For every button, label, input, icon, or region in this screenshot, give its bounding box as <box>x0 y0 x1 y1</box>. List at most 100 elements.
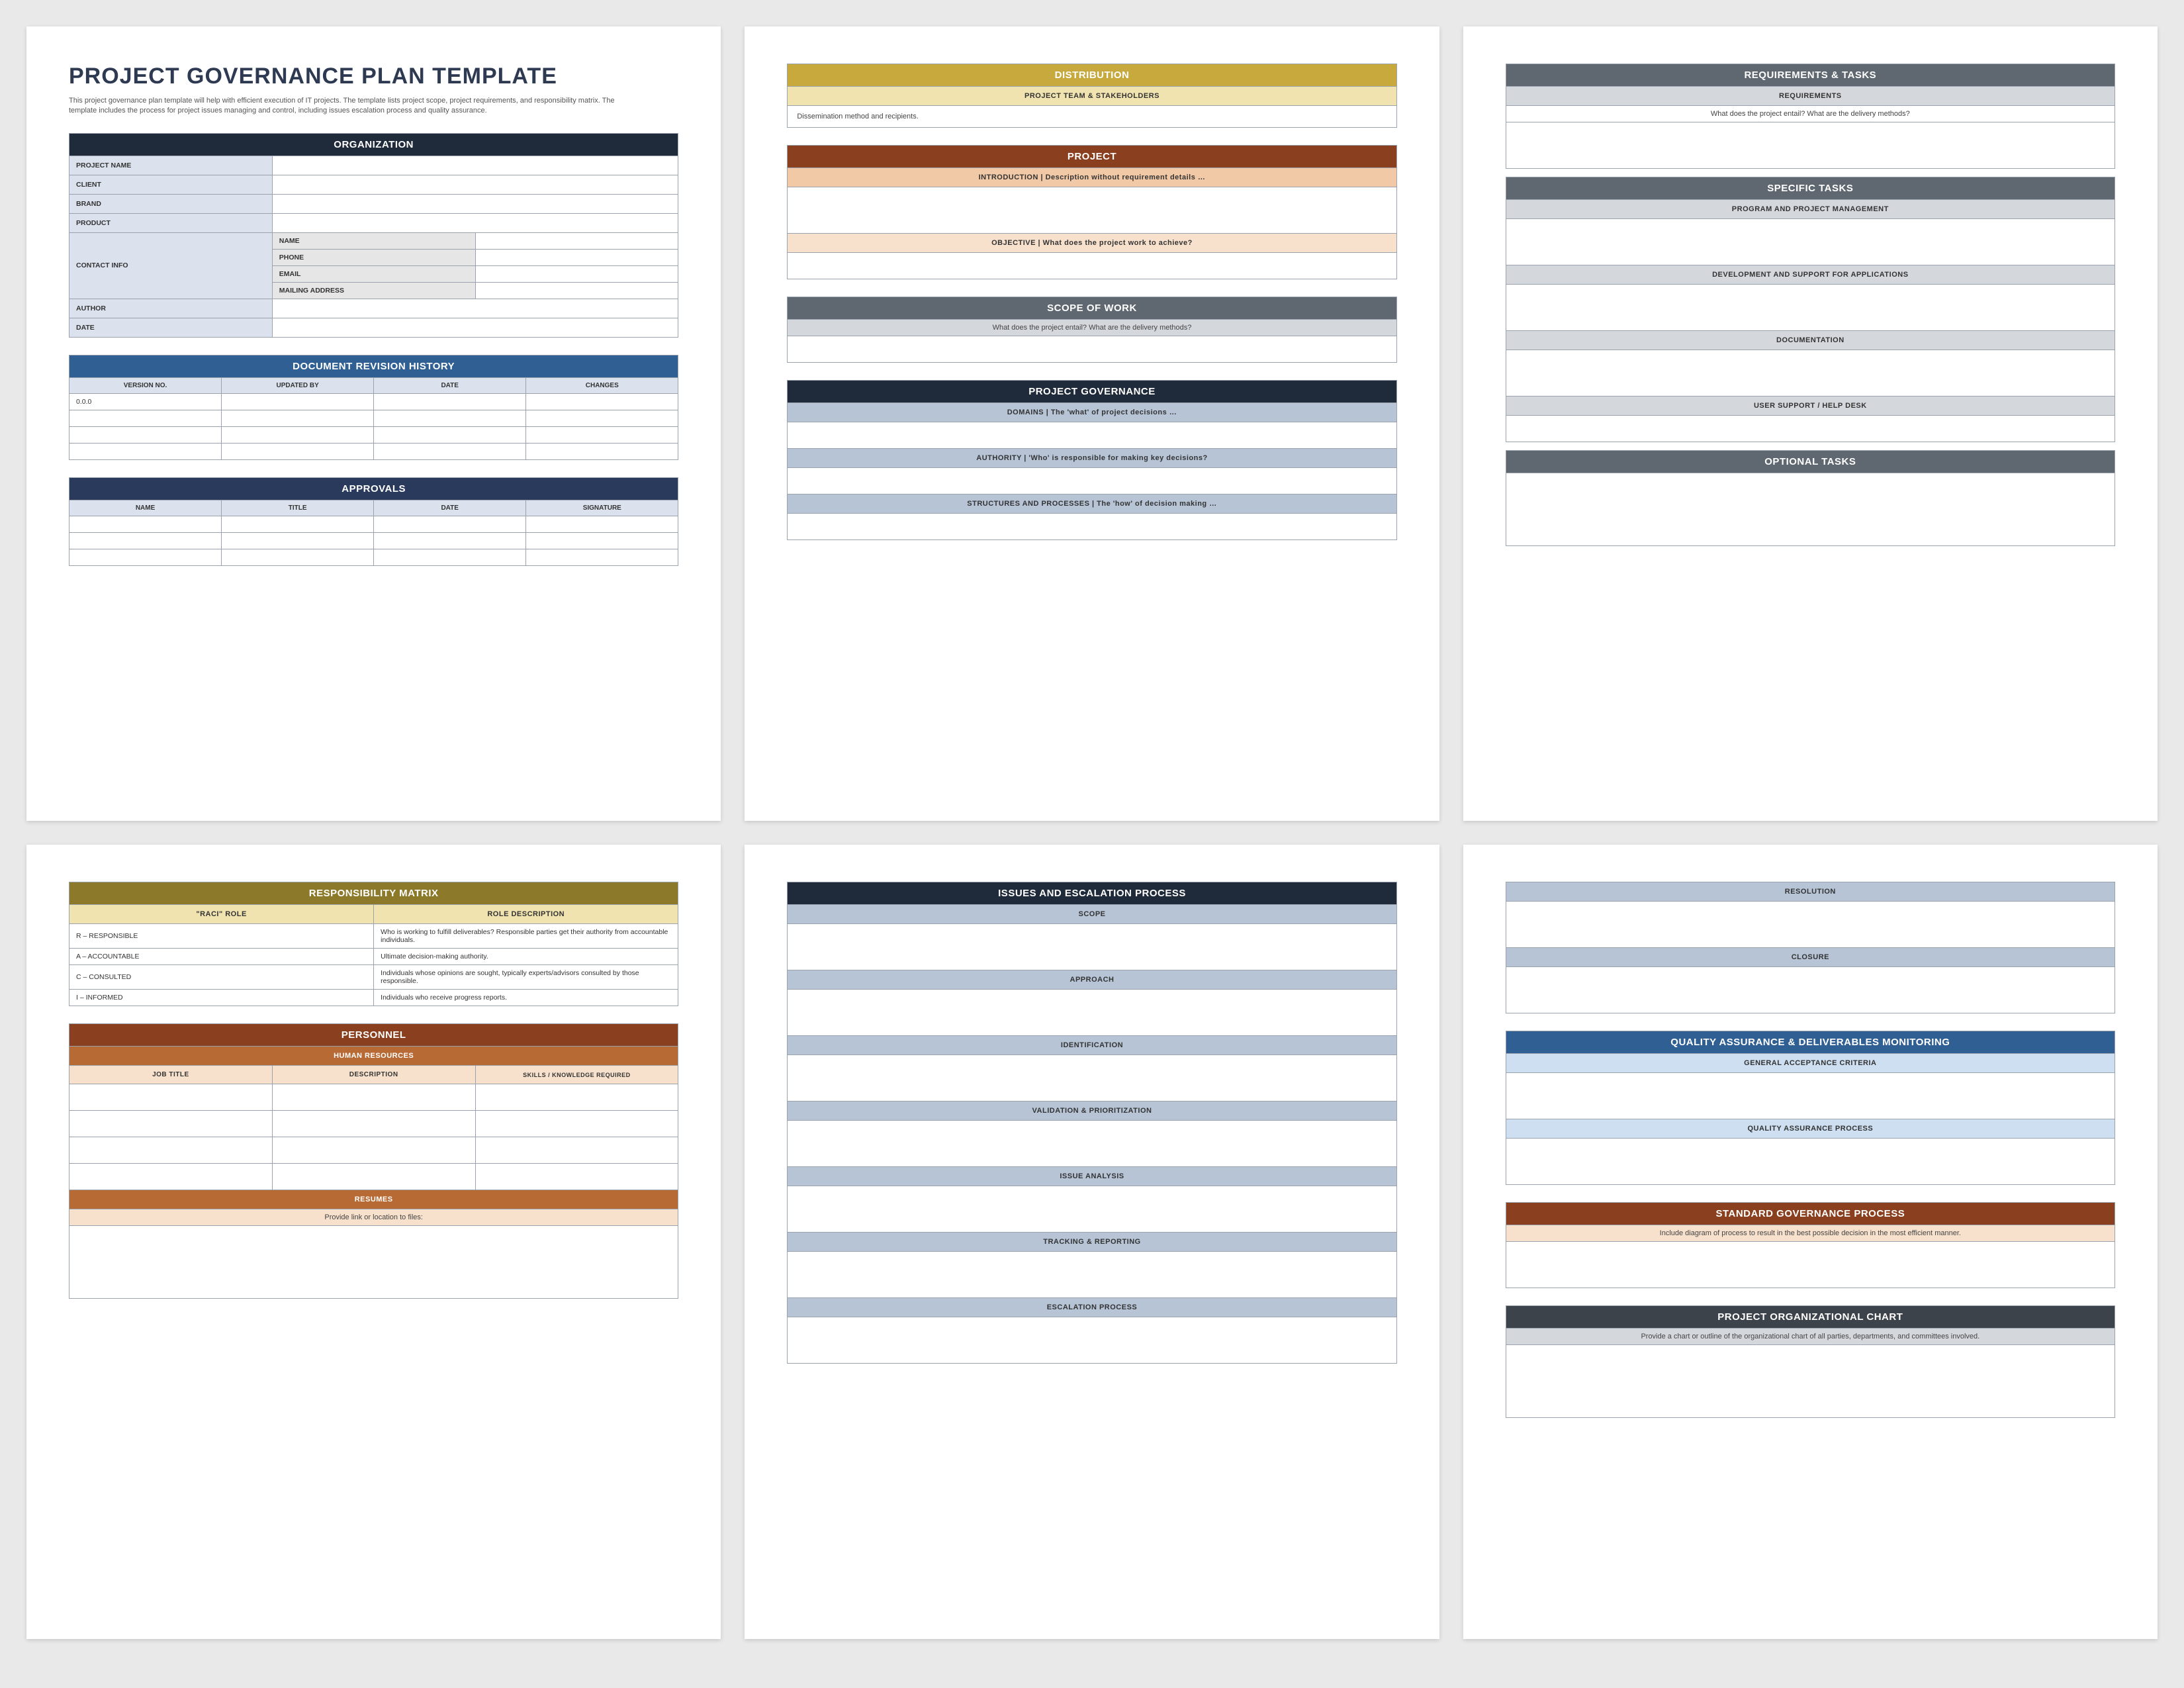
issues-escalation-table: ISSUES AND ESCALATION PROCESS SCOPE APPR… <box>787 882 1396 1364</box>
qa-process-field[interactable] <box>1506 1139 2115 1185</box>
issues-scope-field[interactable] <box>788 924 1396 970</box>
optional-tasks-header: OPTIONAL TASKS <box>1506 451 2115 473</box>
page-2: DISTRIBUTION PROJECT TEAM & STAKEHOLDERS… <box>745 26 1439 821</box>
rev-row-0-version[interactable]: 0.0.0 <box>69 393 222 410</box>
hr-row[interactable] <box>69 1084 273 1111</box>
optional-tasks-field[interactable] <box>1506 473 2115 546</box>
issues-identification: IDENTIFICATION <box>788 1036 1396 1055</box>
issues-escalation-field[interactable] <box>788 1317 1396 1364</box>
label-date: DATE <box>69 318 273 337</box>
distribution-table: DISTRIBUTION PROJECT TEAM & STAKEHOLDERS… <box>787 64 1396 128</box>
appr-row[interactable] <box>69 549 222 565</box>
label-contact-phone: PHONE <box>272 249 475 265</box>
std-gov-note: Include diagram of process to result in … <box>1506 1225 2115 1242</box>
task-help-desk-field[interactable] <box>1506 416 2115 442</box>
org-header: ORGANIZATION <box>69 133 678 156</box>
page-3: REQUIREMENTS & TASKS REQUIREMENTS What d… <box>1463 26 2158 821</box>
introduction-field[interactable] <box>788 187 1396 234</box>
closure-field[interactable] <box>1506 967 2115 1013</box>
project-table: PROJECT INTRODUCTION | Description witho… <box>787 145 1396 279</box>
task-dev-support-field[interactable] <box>1506 285 2115 331</box>
task-program-mgmt-field[interactable] <box>1506 219 2115 265</box>
field-date[interactable] <box>272 318 678 337</box>
gov-structures-field[interactable] <box>788 514 1396 540</box>
field-product[interactable] <box>272 213 678 232</box>
hr-col-skills: SKILLS / KNOWLEDGE REQUIRED <box>475 1066 678 1084</box>
field-contact-name[interactable] <box>475 232 678 249</box>
req-tasks-table: REQUIREMENTS & TASKS REQUIREMENTS What d… <box>1506 64 2115 169</box>
field-contact-mailing[interactable] <box>475 282 678 299</box>
task-program-mgmt: PROGRAM AND PROJECT MANAGEMENT <box>1506 200 2115 219</box>
resp-matrix-header: RESPONSIBILITY MATRIX <box>69 882 678 905</box>
hr-row[interactable] <box>69 1137 273 1164</box>
task-documentation-field[interactable] <box>1506 350 2115 397</box>
appr-row[interactable] <box>69 532 222 549</box>
raci-c-desc: Individuals whose opinions are sought, t… <box>374 965 678 990</box>
label-project-name: PROJECT NAME <box>69 156 273 175</box>
org-chart-field[interactable] <box>1506 1345 2115 1418</box>
issues-approach-field[interactable] <box>788 990 1396 1036</box>
scope-table: SCOPE OF WORK What does the project enta… <box>787 297 1396 363</box>
issues-scope: SCOPE <box>788 905 1396 924</box>
issues-tracking-field[interactable] <box>788 1252 1396 1298</box>
gov-authority-field[interactable] <box>788 468 1396 494</box>
gov-domains-field[interactable] <box>788 422 1396 449</box>
qa-criteria-field[interactable] <box>1506 1073 2115 1119</box>
issues-analysis-field[interactable] <box>788 1186 1396 1233</box>
label-contact-mailing: MAILING ADDRESS <box>272 282 475 299</box>
label-author: AUTHOR <box>69 299 273 318</box>
appr-col-date: DATE <box>374 500 526 516</box>
raci-a: A – ACCOUNTABLE <box>69 949 374 965</box>
governance-table: PROJECT GOVERNANCE DOMAINS | The 'what' … <box>787 380 1396 540</box>
scope-field[interactable] <box>788 336 1396 363</box>
qa-header: QUALITY ASSURANCE & DELIVERABLES MONITOR… <box>1506 1031 2115 1054</box>
qa-process: QUALITY ASSURANCE PROCESS <box>1506 1119 2115 1139</box>
hr-row[interactable] <box>69 1111 273 1137</box>
appr-col-title: TITLE <box>222 500 374 516</box>
rev-col-version: VERSION NO. <box>69 377 222 393</box>
rev-row[interactable] <box>69 426 222 443</box>
personnel-header: PERSONNEL <box>69 1024 678 1047</box>
org-chart-table: PROJECT ORGANIZATIONAL CHART Provide a c… <box>1506 1305 2115 1418</box>
field-brand[interactable] <box>272 194 678 213</box>
field-author[interactable] <box>272 299 678 318</box>
raci-r-desc: Who is working to fulfill deliverables? … <box>374 924 678 949</box>
std-gov-table: STANDARD GOVERNANCE PROCESS Include diag… <box>1506 1202 2115 1288</box>
issues-validation-field[interactable] <box>788 1121 1396 1167</box>
requirements-note: What does the project entail? What are t… <box>1506 106 2115 122</box>
rev-row[interactable] <box>69 410 222 426</box>
appr-row[interactable] <box>69 516 222 532</box>
objective-field[interactable] <box>788 253 1396 279</box>
rev-row-0-updatedby[interactable] <box>222 393 374 410</box>
rev-row-0-date[interactable] <box>374 393 526 410</box>
org-chart-header: PROJECT ORGANIZATIONAL CHART <box>1506 1306 2115 1329</box>
approvals-header: APPROVALS <box>69 477 678 500</box>
requirements-subheader: REQUIREMENTS <box>1506 87 2115 106</box>
issues-escalation: ESCALATION PROCESS <box>788 1298 1396 1317</box>
issues-identification-field[interactable] <box>788 1055 1396 1102</box>
field-contact-phone[interactable] <box>475 249 678 265</box>
distribution-subheader: PROJECT TEAM & STAKEHOLDERS <box>788 87 1396 106</box>
rev-header: DOCUMENT REVISION HISTORY <box>69 355 678 377</box>
field-project-name[interactable] <box>272 156 678 175</box>
field-contact-email[interactable] <box>475 265 678 282</box>
resumes-field[interactable] <box>69 1226 678 1299</box>
gov-structures: STRUCTURES AND PROCESSES | The 'how' of … <box>788 494 1396 514</box>
resolution-row: RESOLUTION <box>1506 882 2115 902</box>
hr-col-desc: DESCRIPTION <box>272 1066 475 1084</box>
std-gov-field[interactable] <box>1506 1242 2115 1288</box>
resumes-note: Provide link or location to files: <box>69 1209 678 1226</box>
project-header: PROJECT <box>788 146 1396 168</box>
resolution-field[interactable] <box>1506 902 2115 948</box>
hr-row[interactable] <box>69 1164 273 1190</box>
introduction-row: INTRODUCTION | Description without requi… <box>788 168 1396 187</box>
rev-row-0-changes[interactable] <box>526 393 678 410</box>
label-client: CLIENT <box>69 175 273 194</box>
label-contact-info: CONTACT INFO <box>69 232 273 299</box>
rev-row[interactable] <box>69 443 222 459</box>
requirements-field[interactable] <box>1506 122 2115 169</box>
closure-row: CLOSURE <box>1506 948 2115 967</box>
appr-col-name: NAME <box>69 500 222 516</box>
issues-header: ISSUES AND ESCALATION PROCESS <box>788 882 1396 905</box>
field-client[interactable] <box>272 175 678 194</box>
